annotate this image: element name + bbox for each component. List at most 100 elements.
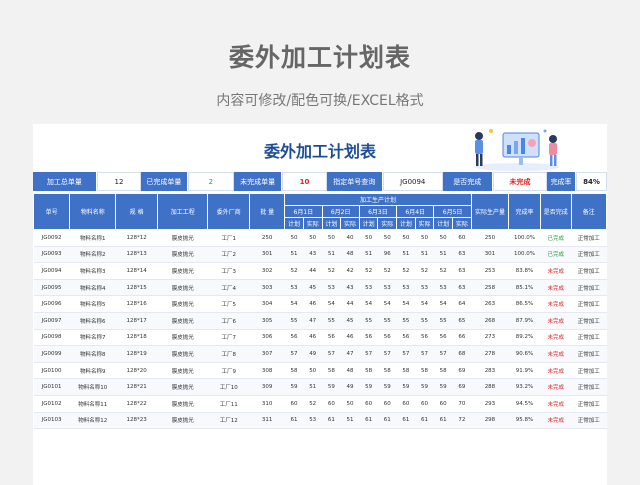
- cell-process: 膜皮抛光: [157, 246, 208, 264]
- cell-actual: 52: [415, 262, 434, 280]
- cell-actual: 63: [452, 246, 472, 264]
- summary-label-total: 加工总单量: [33, 172, 97, 191]
- cell-actual: 61: [415, 412, 434, 430]
- cell-plan: 57: [322, 345, 341, 363]
- cell-rate: 91.9%: [508, 362, 541, 380]
- cell-output: 301: [471, 246, 509, 264]
- cell-order-no: JG0098: [33, 329, 70, 347]
- cell-plan: 58: [396, 362, 416, 380]
- table-row[interactable]: JG0093 物料名称2 128*13 膜皮抛光 工厂2 301 51 43 51 48 51 96 5…: [33, 246, 607, 264]
- cell-plan: 61: [433, 412, 453, 430]
- cell-order-no: JG0101: [33, 378, 70, 396]
- summary-label-done: 已完成单量: [141, 172, 188, 191]
- table-row[interactable]: JG0092 物料名称1 128*12 膜皮抛光 工厂1 250 50 50 50 40 50 50 5…: [33, 229, 607, 247]
- cell-actual: 44: [303, 262, 323, 280]
- cell-plan: 54: [322, 295, 341, 313]
- cell-plan: 56: [396, 329, 416, 347]
- cell-plan: 50: [284, 229, 304, 247]
- header-rate: 完成率: [508, 193, 541, 230]
- cell-vendor: 工厂7: [207, 329, 250, 347]
- cell-plan: 52: [396, 262, 416, 280]
- cell-plan: 51: [284, 246, 304, 264]
- summary-label-rate: 完成率: [547, 172, 577, 191]
- cell-rate: 87.9%: [508, 312, 541, 330]
- summary-label-status: 是否完成: [442, 172, 493, 191]
- summary-value-undone[interactable]: 10: [282, 172, 327, 191]
- cell-actual: 51: [303, 378, 323, 396]
- header-day-5: 6月5日: [433, 205, 472, 218]
- cell-vendor: 工厂5: [207, 295, 250, 313]
- cell-done: 已完成: [540, 246, 572, 264]
- header-vendor: 委外厂商: [207, 193, 251, 230]
- cell-note: 正常加工: [571, 246, 607, 264]
- cell-plan: 57: [284, 345, 304, 363]
- cell-order-no: JG0102: [33, 395, 70, 413]
- cell-vendor: 工厂12: [207, 412, 250, 430]
- table-row[interactable]: JG0096 物料名称5 128*16 膜皮抛光 工厂5 304 54 46 54 44 54 54 5…: [33, 295, 607, 313]
- cell-actual: 46: [340, 329, 360, 347]
- cell-note: 正常加工: [571, 395, 607, 413]
- cell-qty: 306: [249, 329, 285, 347]
- cell-plan: 54: [284, 295, 304, 313]
- header-day-1: 6月1日: [284, 205, 323, 218]
- cell-order-no: JG0099: [33, 345, 70, 363]
- cell-vendor: 工厂6: [207, 312, 250, 330]
- cell-qty: 311: [249, 412, 285, 430]
- cell-output: 258: [471, 279, 509, 297]
- cell-actual: 48: [340, 246, 360, 264]
- cell-spec: 128*19: [115, 345, 158, 363]
- cell-actual: 57: [415, 345, 434, 363]
- cell-rate: 95.8%: [508, 412, 541, 430]
- cell-process: 膜皮抛光: [157, 362, 208, 380]
- table-row[interactable]: JG0100 物料名称9 128*20 膜皮抛光 工厂9 308 58 50 58 48 58 58 5…: [33, 362, 607, 380]
- cell-actual: 51: [340, 412, 360, 430]
- table-row[interactable]: JG0101 物料名称10 128*21 膜皮抛光 工厂10 309 59 51 59 49 59 5…: [33, 378, 607, 396]
- header-plan: 计划: [396, 217, 416, 230]
- summary-value-done[interactable]: 2: [187, 172, 234, 191]
- cell-rate: 89.2%: [508, 329, 541, 347]
- cell-actual: 54: [415, 295, 434, 313]
- cell-qty: 303: [249, 279, 285, 297]
- sheet-banner: 委外加工计划表: [33, 124, 607, 172]
- cell-qty: 250: [249, 229, 285, 247]
- cell-material: 物料名称8: [69, 345, 116, 363]
- cell-spec: 128*22: [115, 395, 158, 413]
- cell-spec: 128*18: [115, 329, 158, 347]
- cell-done: 未完成: [540, 312, 572, 330]
- cell-actual: 50: [303, 362, 323, 380]
- cell-rate: 90.6%: [508, 345, 541, 363]
- query-order-input[interactable]: JG0094: [382, 172, 443, 191]
- cell-spec: 128*20: [115, 362, 158, 380]
- cell-material: 物料名称11: [69, 395, 116, 413]
- cell-order-no: JG0095: [33, 279, 70, 297]
- cell-rate: 83.8%: [508, 262, 541, 280]
- table-row[interactable]: JG0097 物料名称6 128*17 膜皮抛光 工厂6 305 55 47 55 45 55 55 5…: [33, 312, 607, 330]
- cell-plan: 53: [396, 279, 416, 297]
- summary-value-total[interactable]: 12: [96, 172, 142, 191]
- cell-spec: 128*13: [115, 246, 158, 264]
- cell-plan: 58: [433, 362, 453, 380]
- cell-plan: 52: [322, 262, 341, 280]
- plan-table: 单号 物料名称 规 格 加工工程 委外厂商 批 量 加工生产计划 实际生产量 完…: [33, 193, 607, 430]
- header-note: 备注: [570, 193, 607, 230]
- cell-note: 正常加工: [571, 362, 607, 380]
- cell-order-no: JG0097: [33, 312, 70, 330]
- cell-plan: 51: [396, 246, 416, 264]
- cell-output: 268: [471, 312, 509, 330]
- cell-plan: 50: [322, 229, 341, 247]
- cell-vendor: 工厂1: [207, 229, 250, 247]
- cell-spec: 128*17: [115, 312, 158, 330]
- cell-plan: 60: [322, 395, 341, 413]
- table-row[interactable]: JG0102 物料名称11 128*22 膜皮抛光 工厂11 310 60 52 60 50 60 6…: [33, 395, 607, 413]
- table-row[interactable]: JG0094 物料名称3 128*14 膜皮抛光 工厂3 302 52 44 52 42 52 52 5…: [33, 262, 607, 280]
- cell-process: 膜皮抛光: [157, 262, 208, 280]
- cell-material: 物料名称2: [69, 246, 116, 264]
- cell-plan: 59: [396, 378, 416, 396]
- cell-plan: 59: [359, 378, 378, 396]
- table-row[interactable]: JG0095 物料名称4 128*15 膜皮抛光 工厂4 303 53 45 53 43 53 53 5…: [33, 279, 607, 297]
- table-row[interactable]: JG0098 物料名称7 128*18 膜皮抛光 工厂7 306 56 46 56 46 56 56 5…: [33, 329, 607, 347]
- header-qty: 批 量: [249, 193, 286, 230]
- table-row[interactable]: JG0103 物料名称12 128*23 膜皮抛光 工厂12 311 61 53 61 51 61 6…: [33, 412, 607, 430]
- table-row[interactable]: JG0099 物料名称8 128*19 膜皮抛光 工厂8 307 57 49 57 47 57 57 5…: [33, 345, 607, 363]
- cell-actual: 45: [340, 312, 360, 330]
